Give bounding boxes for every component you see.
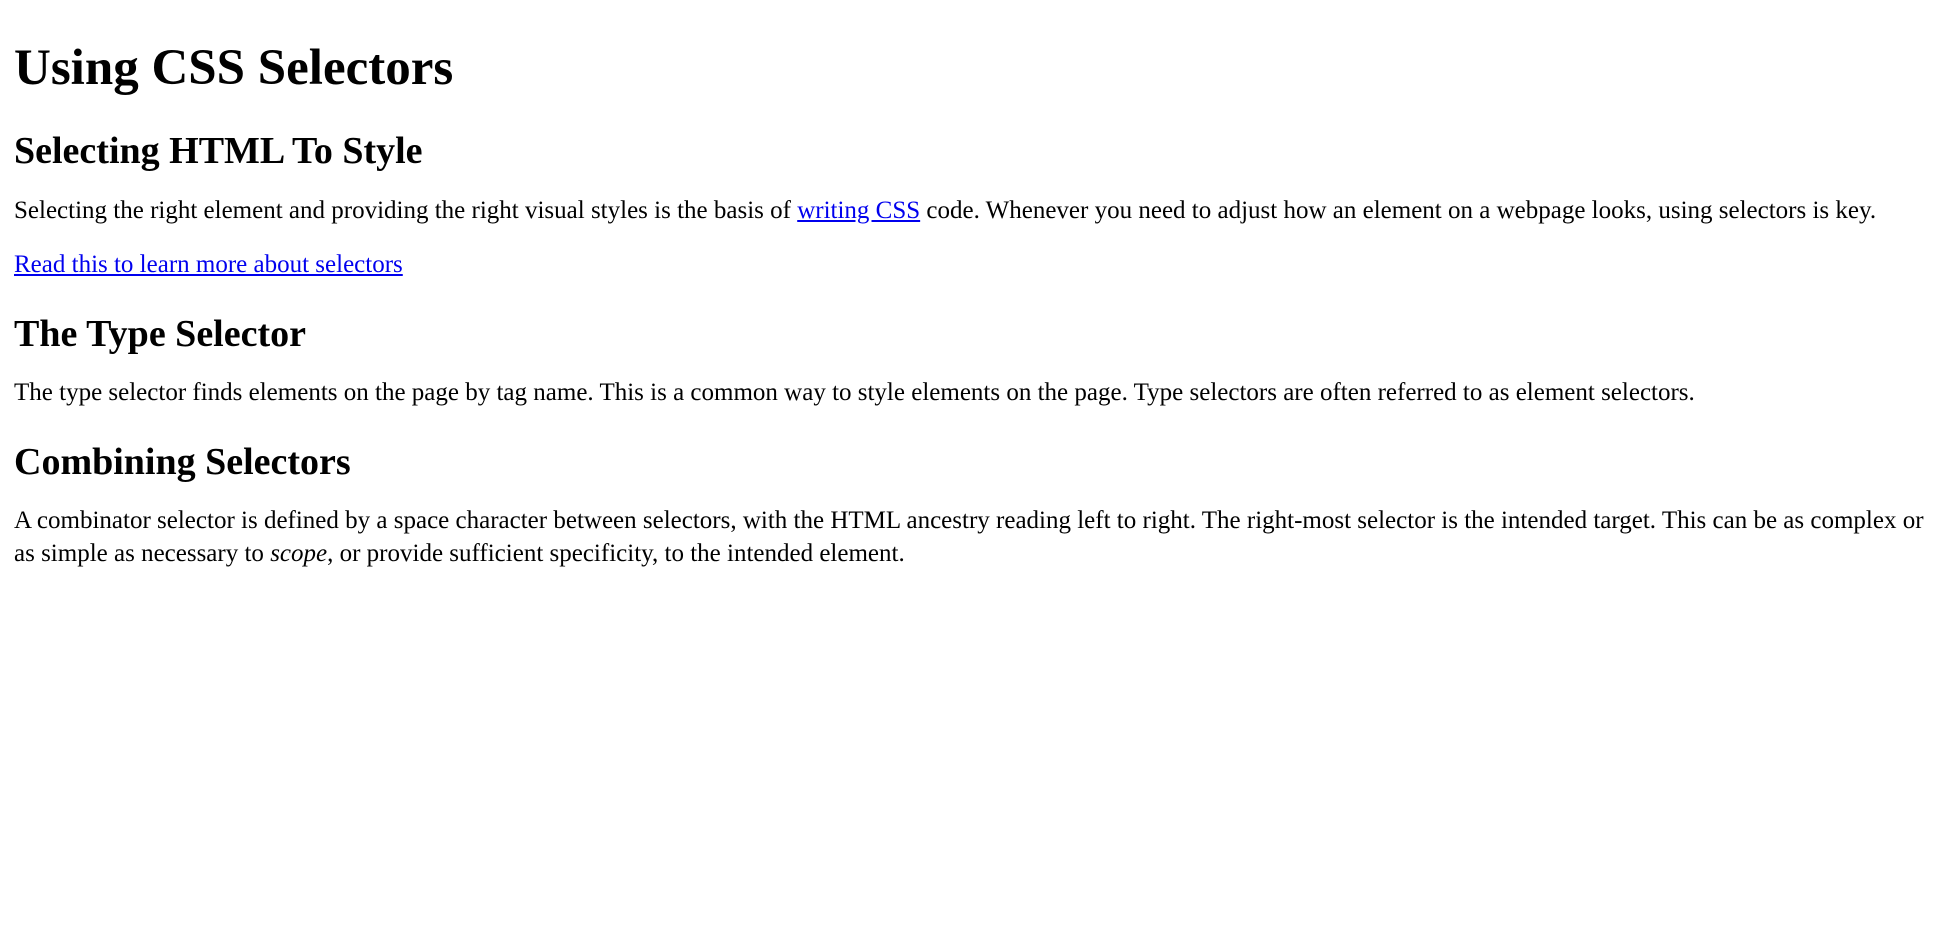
intro-text-before: Selecting the right element and providin… xyxy=(14,197,797,224)
section-heading-type-selector: The Type Selector xyxy=(14,312,1926,358)
scope-emphasis: scope xyxy=(270,540,327,567)
combining-text-after: , or provide sufficient specificity, to … xyxy=(327,540,905,567)
writing-css-link[interactable]: writing CSS xyxy=(797,197,920,224)
section-heading-combining: Combining Selectors xyxy=(14,440,1926,486)
learn-more-selectors-link[interactable]: Read this to learn more about selectors xyxy=(14,251,403,278)
intro-paragraph: Selecting the right element and providin… xyxy=(14,195,1926,228)
page-title: Using CSS Selectors xyxy=(14,38,1926,99)
intro-text-after: code. Whenever you need to adjust how an… xyxy=(920,197,1876,224)
type-selector-paragraph: The type selector finds elements on the … xyxy=(14,377,1926,410)
section-heading-selecting: Selecting HTML To Style xyxy=(14,129,1926,175)
more-link-paragraph: Read this to learn more about selectors xyxy=(14,249,1926,282)
combining-paragraph: A combinator selector is defined by a sp… xyxy=(14,505,1926,570)
